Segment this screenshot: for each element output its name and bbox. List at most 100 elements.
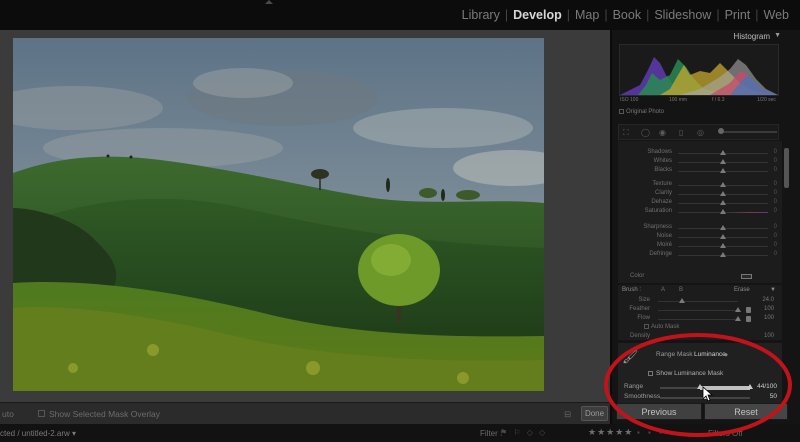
brush-row-value: 100 — [763, 315, 774, 321]
crop-tool-icon[interactable]: ⛶ — [623, 128, 629, 138]
reset-button[interactable]: Reset — [704, 403, 788, 420]
module-book[interactable]: Book — [608, 8, 647, 22]
brush-slider-track[interactable] — [658, 301, 738, 302]
red-eye-icon[interactable]: ◉ — [659, 128, 666, 137]
adjustment-row[interactable]: Whites 0 — [618, 158, 782, 167]
brush-a-tab[interactable]: A — [661, 287, 665, 293]
smoothness-slider-row[interactable]: Smoothness 50 — [618, 393, 782, 402]
adjustment-value: 0 — [773, 190, 777, 196]
adjustment-row[interactable]: Defringe 0 — [618, 251, 782, 260]
done-button[interactable]: Done — [581, 406, 608, 421]
adjustment-row[interactable]: Sharpness 0 — [618, 224, 782, 233]
brush-erase-tab[interactable]: Erase — [734, 287, 750, 293]
adjustment-row[interactable]: Saturation 0 — [618, 208, 782, 217]
previous-button[interactable]: Previous — [616, 403, 702, 420]
adjustment-label: Saturation — [644, 208, 672, 214]
show-luminance-mask-checkbox[interactable] — [648, 370, 653, 376]
module-web[interactable]: Web — [759, 8, 794, 22]
brush-slider-track[interactable] — [658, 319, 738, 320]
brush-header: Brush : A B Erase ▼ — [618, 287, 782, 296]
brush-row[interactable]: Size 24.0 — [618, 297, 782, 306]
adjustment-slider-knob[interactable] — [720, 209, 726, 214]
density-row[interactable]: Density 100 — [618, 333, 782, 342]
tool-slider-track[interactable] — [719, 131, 777, 133]
adjustment-row[interactable]: Clarity 0 — [618, 190, 782, 199]
tool-slider-knob[interactable] — [718, 128, 724, 134]
radial-filter-icon[interactable]: ◎ — [697, 128, 704, 137]
adjustment-row[interactable]: Texture 0 — [618, 181, 782, 190]
adjustment-value: 0 — [773, 251, 777, 257]
filter-flag-icons[interactable]: ⚑ ⚐ ◇ ◇ — [500, 428, 547, 437]
auto-mask-toggle[interactable]: Auto Mask — [644, 324, 679, 330]
adjustment-row[interactable]: Moiré 0 — [618, 242, 782, 251]
color-row: Color — [618, 273, 782, 282]
brush-row-value: 100 — [763, 306, 774, 312]
brush-slider-end-icon[interactable] — [746, 307, 751, 313]
panel-collapse-arrow-icon[interactable] — [265, 0, 273, 4]
brush-slider-knob[interactable] — [679, 298, 685, 303]
spot-removal-icon[interactable]: ◯ — [641, 128, 650, 137]
adjustment-slider-knob[interactable] — [720, 200, 726, 205]
auto-mask-checkbox[interactable] — [644, 324, 649, 329]
adjustment-value: 0 — [773, 158, 777, 164]
original-photo-toggle[interactable]: Original Photo — [619, 109, 664, 115]
adjustment-label: Shadows — [647, 149, 672, 155]
graduated-filter-icon[interactable]: ▯ — [679, 128, 683, 137]
range-high-knob[interactable] — [747, 384, 753, 389]
color-label: Color — [630, 273, 645, 279]
adjustment-row[interactable]: Noise 0 — [618, 233, 782, 242]
brush-b-tab[interactable]: B — [679, 287, 683, 293]
brush-slider-knob[interactable] — [735, 316, 741, 321]
brush-collapse-icon[interactable]: ▼ — [770, 287, 776, 293]
range-slider-row[interactable]: Range 44/100 — [618, 383, 782, 392]
adjustment-slider-knob[interactable] — [720, 252, 726, 257]
toolbar-dropdown-icon[interactable]: ⊟ — [564, 409, 571, 420]
adjustment-slider-knob[interactable] — [720, 168, 726, 173]
module-slideshow[interactable]: Slideshow — [649, 8, 716, 22]
adjustment-slider-knob[interactable] — [720, 150, 726, 155]
rating-stars-icon[interactable]: ★★★★★ — [588, 427, 633, 438]
brush-slider-knob[interactable] — [735, 307, 741, 312]
brush-title: Brush : — [622, 287, 642, 293]
adjustment-label: Defringe — [649, 251, 672, 257]
adjustment-value: 0 — [773, 208, 777, 214]
range-mask-dropdown-icon[interactable]: ◆ — [724, 352, 728, 358]
show-luminance-mask-label: Show Luminance Mask — [656, 370, 724, 377]
adjustment-slider-knob[interactable] — [720, 159, 726, 164]
adjustment-row[interactable]: Shadows 0 — [618, 149, 782, 158]
histogram-header[interactable]: Histogram ▼ — [618, 31, 784, 43]
adjustment-value: 0 — [773, 181, 777, 187]
show-luminance-mask-toggle[interactable]: Show Luminance Mask — [648, 370, 723, 377]
module-map[interactable]: Map — [570, 8, 604, 22]
module-picker: Library | Develop | Map | Book | Slidesh… — [457, 8, 794, 22]
histogram-graph[interactable] — [619, 44, 779, 96]
range-mask-label: Range Mask : — [656, 351, 697, 358]
adjustment-row[interactable]: Dehaze 0 — [618, 199, 782, 208]
adjustment-slider-knob[interactable] — [720, 243, 726, 248]
show-overlay-checkbox[interactable] — [38, 410, 45, 417]
panel-scrollbar[interactable] — [784, 148, 789, 188]
adjustment-slider-knob[interactable] — [720, 234, 726, 239]
adjustment-row[interactable]: Blacks 0 — [618, 167, 782, 176]
range-mask-dropdown[interactable]: Luminance — [694, 351, 726, 358]
module-print[interactable]: Print — [720, 8, 756, 22]
collapse-triangle-icon[interactable]: ▼ — [774, 32, 781, 39]
brush-row[interactable]: Feather 100 — [618, 306, 782, 315]
original-photo-label: Original Photo — [626, 109, 665, 116]
color-swatch[interactable] — [741, 274, 752, 279]
file-name[interactable]: cted / untitled-2.arw ▾ — [0, 429, 76, 438]
filters-off-dropdown[interactable]: Filters Off — [708, 429, 743, 438]
landscape-photo[interactable] — [13, 38, 544, 391]
adjustment-label: Blacks — [654, 167, 672, 173]
brush-slider-track[interactable] — [658, 310, 738, 311]
adjustment-slider-knob[interactable] — [720, 182, 726, 187]
adjustment-slider-knob[interactable] — [720, 191, 726, 196]
module-library[interactable]: Library — [457, 8, 505, 22]
brush-slider-end-icon[interactable] — [746, 316, 751, 322]
module-develop[interactable]: Develop — [508, 8, 567, 22]
original-photo-checkbox[interactable] — [619, 109, 624, 114]
brush-row[interactable]: Flow 100 — [618, 315, 782, 324]
color-label-icons[interactable]: ▪ ▪ ▪ — [637, 428, 665, 437]
adjustment-brush-panel: Color Shadows 0 Whites 0 Blacks 0 Texture 0 Clar… — [618, 141, 782, 283]
adjustment-slider-knob[interactable] — [720, 225, 726, 230]
